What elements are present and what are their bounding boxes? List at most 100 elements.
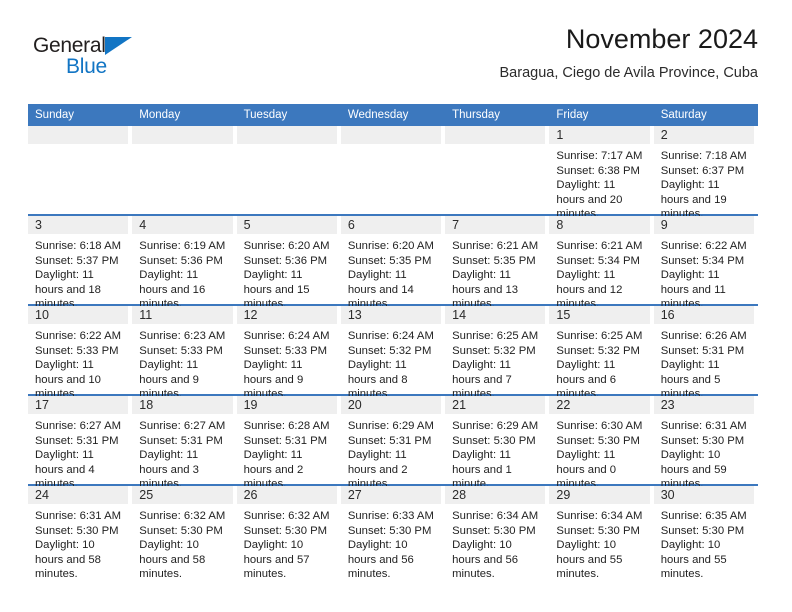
sunset-text: Sunset: 5:30 PM: [452, 524, 536, 537]
sunrise-text: Sunrise: 6:33 AM: [347, 510, 434, 522]
sunrise-text: Sunrise: 6:21 AM: [556, 240, 643, 252]
sunrise-text: Sunrise: 6:18 AM: [35, 240, 122, 252]
calendar-week-row: 17 Sunrise: 6:27 AM Sunset: 5:31 PM Dayligh…: [28, 394, 758, 490]
calendar-body: 1 Sunrise: 7:17 AM Sunset: 6:38 PM Daylight…: [28, 126, 758, 580]
sunset-text: Sunset: 5:33 PM: [139, 344, 223, 357]
calendar-day-cell[interactable]: 2 Sunrise: 7:18 AM Sunset: 6:37 PM Daylight…: [653, 126, 758, 220]
day-cell-content: 5 Sunrise: 6:20 AM Sunset: 5:36 PM Daylight…: [236, 216, 341, 310]
generalblue-logo[interactable]: General Blue: [33, 34, 163, 82]
day-cell-content: 3 Sunrise: 6:18 AM Sunset: 5:37 PM Daylight…: [28, 216, 132, 310]
sunrise-text: Sunrise: 6:30 AM: [556, 420, 643, 432]
calendar-day-cell[interactable]: 3 Sunrise: 6:18 AM Sunset: 5:37 PM Daylight…: [28, 214, 133, 310]
calendar-day-cell[interactable]: 8 Sunrise: 6:21 AM Sunset: 5:34 PM Daylight…: [549, 214, 654, 310]
day-number: 30: [653, 486, 754, 504]
calendar-day-cell[interactable]: 7 Sunrise: 6:21 AM Sunset: 5:35 PM Daylight…: [445, 214, 550, 310]
day-cell-content: 15 Sunrise: 6:25 AM Sunset: 5:32 PM Dayligh…: [549, 306, 653, 400]
sunrise-text: Sunrise: 6:32 AM: [243, 510, 330, 522]
day-cell-content: 1 Sunrise: 7:17 AM Sunset: 6:38 PM Daylight…: [549, 126, 653, 220]
calendar-day-cell[interactable]: 1 Sunrise: 7:17 AM Sunset: 6:38 PM Daylight…: [549, 126, 654, 220]
day-number: 20: [340, 396, 442, 414]
calendar-day-cell[interactable]: [445, 126, 550, 215]
calendar-day-cell[interactable]: 18 Sunrise: 6:27 AM Sunset: 5:31 PM Dayligh…: [132, 394, 237, 490]
calendar-day-cell[interactable]: 28 Sunrise: 6:34 AM Sunset: 5:30 PM Dayligh…: [445, 484, 550, 580]
calendar-day-cell[interactable]: 17 Sunrise: 6:27 AM Sunset: 5:31 PM Dayligh…: [28, 394, 133, 490]
sunset-text: Sunset: 5:36 PM: [139, 254, 223, 267]
calendar-day-cell[interactable]: 20 Sunrise: 6:29 AM Sunset: 5:31 PM Dayligh…: [340, 394, 446, 490]
sunset-text: Sunset: 5:32 PM: [452, 344, 536, 357]
calendar-day-cell[interactable]: 10 Sunrise: 6:22 AM Sunset: 5:33 PM Dayligh…: [28, 304, 133, 400]
calendar-day-cell[interactable]: 13 Sunrise: 6:24 AM Sunset: 5:32 PM Dayligh…: [340, 304, 446, 400]
calendar-day-cell[interactable]: 29 Sunrise: 6:34 AM Sunset: 5:30 PM Dayligh…: [549, 484, 654, 580]
sunrise-text: Sunrise: 6:27 AM: [139, 420, 226, 432]
calendar-day-cell[interactable]: 27 Sunrise: 6:33 AM Sunset: 5:30 PM Dayligh…: [340, 484, 446, 580]
day-sun-info: Sunrise: 6:21 AM Sunset: 5:34 PM Daylight:…: [549, 234, 653, 312]
weekday-header-friday: Friday: [549, 104, 654, 126]
day-cell-content: 18 Sunrise: 6:27 AM Sunset: 5:31 PM Dayligh…: [132, 396, 236, 490]
calendar-day-cell[interactable]: [236, 126, 341, 215]
calendar-day-cell[interactable]: 23 Sunrise: 6:31 AM Sunset: 5:30 PM Dayligh…: [653, 394, 758, 490]
sunrise-text: Sunrise: 6:34 AM: [556, 510, 643, 522]
day-sun-info: Sunrise: 6:26 AM Sunset: 5:31 PM Daylight:…: [654, 324, 758, 402]
sunset-text: Sunset: 5:34 PM: [556, 254, 640, 267]
calendar-day-cell[interactable]: 12 Sunrise: 6:24 AM Sunset: 5:33 PM Dayligh…: [236, 304, 341, 400]
day-number: 13: [340, 306, 442, 324]
calendar-day-cell[interactable]: 5 Sunrise: 6:20 AM Sunset: 5:36 PM Daylight…: [236, 214, 341, 310]
daylight-text: Daylight: 10 hours and 58 minutes.: [139, 539, 206, 581]
weekday-header-thursday: Thursday: [445, 104, 550, 126]
day-cell-content: 25 Sunrise: 6:32 AM Sunset: 5:30 PM Dayligh…: [132, 486, 236, 580]
calendar-day-cell[interactable]: [132, 126, 237, 215]
calendar-day-cell[interactable]: 9 Sunrise: 6:22 AM Sunset: 5:34 PM Daylight…: [653, 214, 758, 310]
day-number: 14: [445, 306, 546, 324]
day-sun-info: Sunrise: 6:30 AM Sunset: 5:30 PM Daylight:…: [549, 414, 653, 492]
calendar-day-cell[interactable]: 25 Sunrise: 6:32 AM Sunset: 5:30 PM Dayligh…: [132, 484, 237, 580]
calendar-day-cell[interactable]: 19 Sunrise: 6:28 AM Sunset: 5:31 PM Dayligh…: [236, 394, 341, 490]
calendar-day-cell[interactable]: 4 Sunrise: 6:19 AM Sunset: 5:36 PM Daylight…: [132, 214, 237, 310]
daylight-text: Daylight: 10 hours and 56 minutes.: [452, 539, 519, 581]
calendar-day-cell[interactable]: 15 Sunrise: 6:25 AM Sunset: 5:32 PM Dayligh…: [549, 304, 654, 400]
day-sun-info: Sunrise: 6:34 AM Sunset: 5:30 PM Daylight:…: [549, 504, 653, 582]
day-sun-info: Sunrise: 6:20 AM Sunset: 5:36 PM Daylight:…: [237, 234, 341, 312]
sunset-text: Sunset: 5:30 PM: [243, 524, 328, 537]
sunset-text: Sunset: 5:32 PM: [347, 344, 432, 357]
sunset-text: Sunset: 6:37 PM: [660, 164, 745, 177]
day-sun-info: Sunrise: 6:35 AM Sunset: 5:30 PM Daylight:…: [654, 504, 758, 582]
sunrise-text: Sunrise: 6:27 AM: [35, 420, 122, 432]
sunset-text: Sunset: 5:35 PM: [452, 254, 536, 267]
day-sun-info: Sunrise: 6:22 AM Sunset: 5:33 PM Daylight:…: [28, 324, 132, 402]
sunset-text: Sunset: 5:36 PM: [243, 254, 328, 267]
day-sun-info: Sunrise: 6:32 AM Sunset: 5:30 PM Daylight:…: [132, 504, 236, 582]
calendar-head: Sunday Monday Tuesday Wednesday Thursday…: [28, 104, 758, 126]
calendar-day-cell[interactable]: [28, 126, 133, 215]
day-number: 15: [549, 306, 650, 324]
day-number: 23: [653, 396, 754, 414]
sunrise-text: Sunrise: 6:22 AM: [35, 330, 122, 342]
day-sun-info: Sunrise: 6:24 AM Sunset: 5:32 PM Daylight:…: [341, 324, 445, 402]
calendar-day-cell[interactable]: 6 Sunrise: 6:20 AM Sunset: 5:35 PM Daylight…: [340, 214, 446, 310]
day-cell-content: 2 Sunrise: 7:18 AM Sunset: 6:37 PM Daylight…: [653, 126, 758, 220]
calendar-day-cell[interactable]: 26 Sunrise: 6:32 AM Sunset: 5:30 PM Dayligh…: [236, 484, 341, 580]
calendar-table: Sunday Monday Tuesday Wednesday Thursday…: [28, 104, 758, 580]
sunset-text: Sunset: 5:30 PM: [347, 524, 432, 537]
day-number: 17: [28, 396, 129, 414]
sunrise-text: Sunrise: 6:23 AM: [139, 330, 226, 342]
calendar-week-row: 24 Sunrise: 6:31 AM Sunset: 5:30 PM Dayligh…: [28, 484, 758, 580]
calendar-day-cell[interactable]: 11 Sunrise: 6:23 AM Sunset: 5:33 PM Dayligh…: [132, 304, 237, 400]
day-cell-content: 20 Sunrise: 6:29 AM Sunset: 5:31 PM Dayligh…: [340, 396, 445, 490]
weekday-header-sunday: Sunday: [28, 104, 133, 126]
day-number: 24: [28, 486, 129, 504]
calendar-day-cell[interactable]: 21 Sunrise: 6:29 AM Sunset: 5:30 PM Dayligh…: [445, 394, 550, 490]
calendar-day-cell[interactable]: 16 Sunrise: 6:26 AM Sunset: 5:31 PM Dayligh…: [653, 304, 758, 400]
calendar-day-cell[interactable]: 24 Sunrise: 6:31 AM Sunset: 5:30 PM Dayligh…: [28, 484, 133, 580]
calendar-day-cell[interactable]: 14 Sunrise: 6:25 AM Sunset: 5:32 PM Dayligh…: [445, 304, 550, 400]
sunrise-text: Sunrise: 7:17 AM: [556, 150, 643, 162]
calendar-day-cell[interactable]: 30 Sunrise: 6:35 AM Sunset: 5:30 PM Dayligh…: [653, 484, 758, 580]
day-sun-info: Sunrise: 6:31 AM Sunset: 5:30 PM Daylight:…: [654, 414, 758, 492]
sunset-text: Sunset: 5:30 PM: [660, 524, 745, 537]
day-cell-content: 6 Sunrise: 6:20 AM Sunset: 5:35 PM Daylight…: [340, 216, 445, 310]
day-sun-info: Sunrise: 6:29 AM Sunset: 5:30 PM Daylight:…: [445, 414, 549, 492]
day-sun-info: Sunrise: 6:28 AM Sunset: 5:31 PM Daylight:…: [237, 414, 341, 492]
calendar-day-cell[interactable]: 22 Sunrise: 6:30 AM Sunset: 5:30 PM Dayligh…: [549, 394, 654, 490]
day-cell-content: 22 Sunrise: 6:30 AM Sunset: 5:30 PM Dayligh…: [549, 396, 653, 490]
calendar-day-cell[interactable]: [340, 126, 446, 215]
sunset-text: Sunset: 5:33 PM: [35, 344, 119, 357]
